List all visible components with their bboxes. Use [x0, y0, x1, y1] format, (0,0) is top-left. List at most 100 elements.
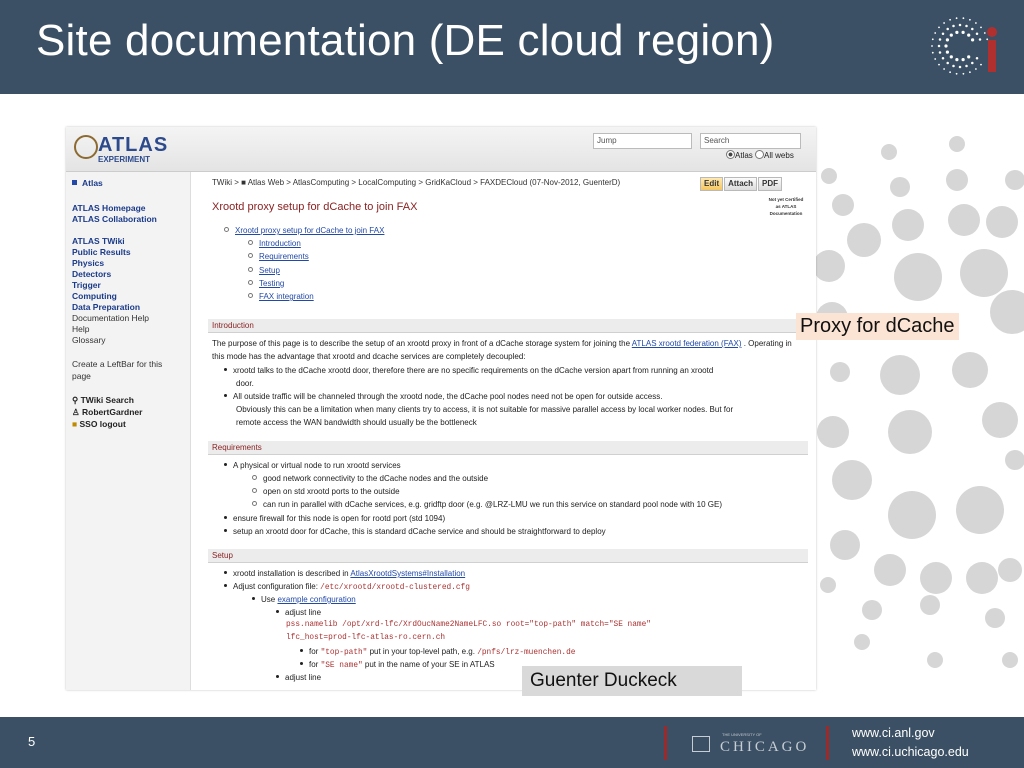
- logo-dot: [975, 68, 977, 70]
- logo-dot: [971, 38, 975, 42]
- search-input[interactable]: Search: [700, 133, 801, 149]
- decorative-circle: [949, 136, 965, 152]
- list-item-cont: door.: [236, 379, 254, 388]
- toc-link[interactable]: Setup: [259, 266, 280, 275]
- embedded-twiki-screenshot: ATLAS EXPERIMENT Jump Search Atlas All w…: [66, 127, 816, 690]
- logo-dot: [931, 45, 933, 47]
- decorative-circle: [892, 209, 924, 241]
- list-item: adjust line: [276, 671, 321, 684]
- url-uchicago[interactable]: www.ci.uchicago.edu: [852, 743, 969, 762]
- list-item: Use example configuration: [252, 593, 356, 606]
- decorative-circle: [966, 562, 998, 594]
- jump-input[interactable]: Jump: [593, 133, 692, 149]
- decorative-circle: [960, 249, 1008, 297]
- web-name[interactable]: Atlas: [72, 178, 103, 188]
- radio-all-webs[interactable]: [755, 150, 765, 159]
- decorative-circle: [847, 223, 881, 257]
- example-config-link[interactable]: example configuration: [277, 595, 355, 604]
- leftbar-link[interactable]: Public Results: [72, 247, 131, 257]
- decorative-circle: [888, 491, 936, 539]
- leftbar-link[interactable]: Trigger: [72, 280, 101, 290]
- section-heading-requirements: Requirements: [208, 441, 808, 455]
- user-link[interactable]: ♙ RobertGardner: [72, 407, 142, 418]
- toc-bullet-icon: [248, 279, 253, 285]
- list-item: All outside traffic will be channeled th…: [224, 390, 662, 403]
- decorative-circle: [1002, 652, 1018, 668]
- leftbar-link[interactable]: Computing: [72, 291, 117, 301]
- toc-bullet-icon: [224, 227, 229, 232]
- certification-badge: Not yet Certified as ATLAS Documentation: [768, 197, 804, 216]
- decorative-circle: [920, 595, 940, 615]
- installation-link[interactable]: AtlasXrootdSystems#Installation: [350, 569, 465, 578]
- pdf-button[interactable]: PDF: [758, 177, 782, 191]
- decorative-circle: [990, 290, 1024, 334]
- list-item-cont: Obviously this can be a limitation when …: [236, 405, 734, 414]
- list-item: good network connectivity to the dCache …: [252, 472, 488, 485]
- logo-dot: [965, 64, 968, 68]
- decorative-circle: [946, 169, 968, 191]
- toc-link[interactable]: FAX integration: [259, 292, 314, 301]
- logo-dot: [955, 72, 958, 75]
- list-item-cont: remote access the WAN bandwidth should u…: [236, 418, 477, 427]
- atlas-logo-subtext: EXPERIMENT: [98, 155, 151, 164]
- logo-dot: [934, 58, 937, 60]
- create-leftbar-link[interactable]: Create a LeftBar for this page: [72, 358, 182, 382]
- twiki-search-link[interactable]: ⚲ TWiki Search: [72, 395, 134, 406]
- leftbar-link[interactable]: ATLAS Homepage: [72, 203, 146, 213]
- list-item: open on std xrootd ports to the outside: [252, 485, 400, 498]
- logo-dot: [938, 51, 942, 54]
- toc-link[interactable]: Testing: [259, 279, 284, 288]
- leftbar-link[interactable]: Help: [72, 324, 89, 334]
- twiki-left-bar: Atlas ATLAS Homepage ATLAS Collaboration…: [66, 172, 191, 690]
- list-item: can run in parallel with dCache services…: [252, 498, 722, 511]
- fax-link[interactable]: ATLAS xrootd federation (FAX): [632, 339, 742, 348]
- logo-dot: [941, 32, 945, 35]
- toc-link[interactable]: Introduction: [259, 239, 301, 248]
- url-anl[interactable]: www.ci.anl.gov: [852, 724, 969, 743]
- decorative-circle: [890, 177, 910, 197]
- logo-dot: [931, 38, 934, 41]
- atlas-experiment-logo[interactable]: ATLAS EXPERIMENT: [74, 134, 167, 166]
- logo-dot: [962, 72, 965, 75]
- section-heading-introduction: Introduction: [208, 319, 808, 333]
- leftbar-link[interactable]: ATLAS TWiki: [72, 236, 125, 246]
- leftbar-link[interactable]: Documentation Help: [72, 313, 149, 323]
- decorative-circle: [862, 600, 882, 620]
- twiki-main-content: TWiki > ■ Atlas Web > AtlasComputing > L…: [208, 172, 808, 690]
- logo-dot: [937, 44, 941, 48]
- leftbar-link[interactable]: Detectors: [72, 269, 111, 279]
- decorative-circle: [832, 460, 872, 500]
- radio-atlas[interactable]: [726, 150, 735, 159]
- atlas-globe-icon: [74, 135, 98, 159]
- logo-dot: [934, 32, 937, 34]
- leftbar-link[interactable]: Glossary: [72, 335, 106, 345]
- logo-dot: [949, 55, 953, 59]
- logo-dot: [949, 71, 951, 74]
- code-line: pss.namelib /opt/xrd-lfc/XrdOucName2Name…: [286, 621, 651, 629]
- decorative-circle: [920, 562, 952, 594]
- decorative-circle: [927, 652, 943, 668]
- edit-button[interactable]: Edit: [700, 177, 724, 191]
- leftbar-link[interactable]: Physics: [72, 258, 104, 268]
- leftbar-link[interactable]: ATLAS Collaboration: [72, 214, 157, 224]
- twiki-topbar: ATLAS EXPERIMENT Jump Search Atlas All w…: [66, 127, 816, 172]
- toc-link[interactable]: Xrootd proxy setup for dCache to join FA…: [235, 226, 384, 235]
- decorative-circle: [894, 253, 942, 301]
- logo-dot: [941, 57, 945, 60]
- list-item: for "SE name" put in the name of your SE…: [300, 658, 495, 673]
- attach-button[interactable]: Attach: [724, 177, 757, 191]
- lock-icon: ■: [72, 419, 80, 429]
- logo-dot: [945, 38, 949, 42]
- logo-dot: [975, 32, 979, 35]
- logout-link[interactable]: ■ SSO logout: [72, 419, 126, 429]
- list-item: ensure firewall for this node is open fo…: [224, 512, 445, 525]
- logo-dot: [975, 57, 979, 60]
- toc-link[interactable]: Requirements: [259, 252, 309, 261]
- breadcrumb[interactable]: TWiki > ■ Atlas Web > AtlasComputing > L…: [212, 178, 620, 187]
- decorative-circle: [874, 554, 906, 586]
- logo-dot: [955, 58, 959, 62]
- logo-dot: [980, 26, 982, 29]
- radio-atlas-label: Atlas: [735, 151, 753, 160]
- decorative-circle: [813, 250, 845, 282]
- leftbar-link[interactable]: Data Preparation: [72, 302, 140, 312]
